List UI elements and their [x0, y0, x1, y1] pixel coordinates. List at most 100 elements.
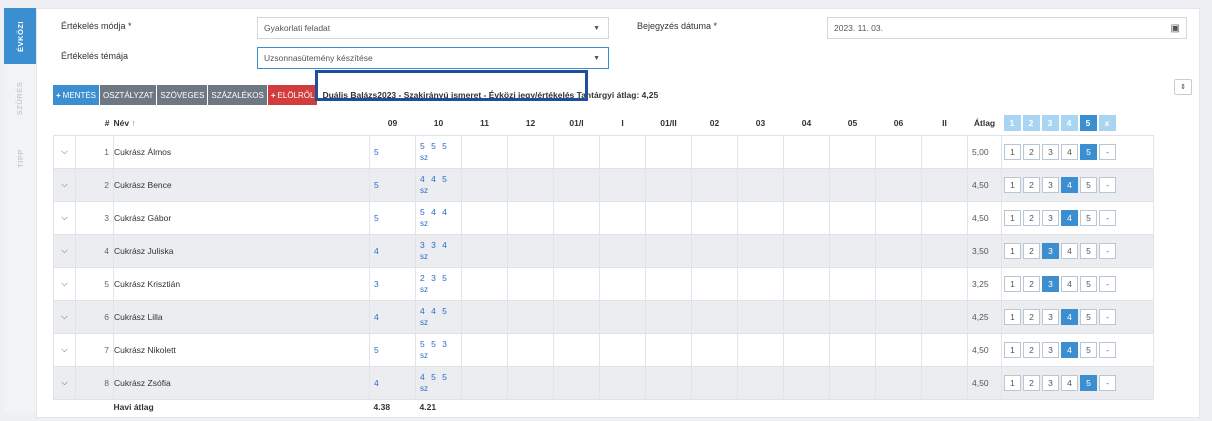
grade-cell-empty[interactable] [645, 200, 692, 235]
save-button[interactable]: + MENTÉS [53, 85, 101, 105]
grade-option[interactable]: 5 [1080, 242, 1097, 259]
grade-cell-empty[interactable] [645, 365, 692, 400]
grade-cell-empty[interactable] [599, 365, 646, 400]
grade-cell-09[interactable]: 5 [369, 332, 416, 367]
grade-cell-empty[interactable] [599, 200, 646, 235]
grade-cell-empty[interactable] [553, 233, 600, 268]
grade-cell-empty[interactable] [599, 233, 646, 268]
grade-cell-10[interactable]: 4 5 5 sz [415, 365, 462, 400]
bulk-grade-option[interactable]: 1 [1003, 114, 1021, 131]
grade-cell-empty[interactable] [599, 266, 646, 301]
grade-cell-empty[interactable] [507, 134, 554, 169]
grade-option[interactable]: 3 [1042, 308, 1059, 325]
grade-option[interactable]: 4 [1061, 374, 1078, 391]
tab-szures[interactable]: SZŰRÉS [4, 72, 36, 124]
grade-option[interactable]: 3 [1042, 176, 1059, 193]
grade-cell-empty[interactable] [921, 365, 968, 400]
grade-cell-empty[interactable] [783, 200, 830, 235]
grade-cell-empty[interactable] [875, 200, 922, 235]
grade-cell-empty[interactable] [645, 332, 692, 367]
grade-cell-empty[interactable] [829, 299, 876, 334]
grade-cell-empty[interactable] [461, 365, 508, 400]
grade-cell-09[interactable]: 5 [369, 134, 416, 169]
chevron-down-icon[interactable]: ⌵ [53, 365, 76, 400]
tab-tipp[interactable]: TIPP [4, 132, 36, 184]
grade-cell-09[interactable]: 5 [369, 200, 416, 235]
grade-cell-09[interactable]: 4 [369, 233, 416, 268]
grade-option[interactable]: - [1099, 209, 1116, 226]
grade-cell-empty[interactable] [691, 266, 738, 301]
grade-cell-empty[interactable] [921, 167, 968, 202]
grade-cell-empty[interactable] [875, 167, 922, 202]
grade-option[interactable]: 1 [1004, 341, 1021, 358]
grade-option[interactable]: 1 [1004, 176, 1021, 193]
grade-option[interactable]: 3 [1042, 374, 1059, 391]
grade-cell-empty[interactable] [691, 167, 738, 202]
grade-cell-empty[interactable] [737, 266, 784, 301]
grade-cell-empty[interactable] [829, 134, 876, 169]
grade-cell-09[interactable]: 4 [369, 299, 416, 334]
grade-cell-empty[interactable] [645, 299, 692, 334]
grade-cell-empty[interactable] [553, 365, 600, 400]
grade-cell-empty[interactable] [691, 200, 738, 235]
col-name[interactable]: Név ↑ [114, 111, 370, 135]
grade-cell-empty[interactable] [461, 266, 508, 301]
grade-option[interactable]: 1 [1004, 275, 1021, 292]
grade-option[interactable]: 2 [1023, 275, 1040, 292]
grade-option[interactable]: 2 [1023, 374, 1040, 391]
grade-cell-empty[interactable] [691, 134, 738, 169]
grade-option[interactable]: 4 [1061, 308, 1078, 325]
grade-option[interactable]: 5 [1080, 275, 1097, 292]
bulk-grade-option[interactable]: 3 [1041, 114, 1059, 131]
grade-cell-empty[interactable] [829, 266, 876, 301]
chevron-down-icon[interactable]: ⌵ [53, 233, 76, 268]
grade-cell-empty[interactable] [737, 134, 784, 169]
grade-option[interactable]: - [1099, 308, 1116, 325]
grade-cell-empty[interactable] [599, 167, 646, 202]
grade-cell-empty[interactable] [875, 134, 922, 169]
grade-option[interactable]: - [1099, 143, 1116, 160]
grade-cell-10[interactable]: 2 3 5 sz [415, 266, 462, 301]
grade-option[interactable]: 4 [1061, 176, 1078, 193]
chevron-down-icon[interactable]: ⌵ [53, 200, 76, 235]
grade-cell-empty[interactable] [507, 332, 554, 367]
grade-option[interactable]: 5 [1080, 308, 1097, 325]
grade-option[interactable]: 2 [1023, 242, 1040, 259]
topic-select[interactable]: Uzsonnasütemény készítése ▼ [257, 47, 609, 69]
chevron-down-icon[interactable]: ⌵ [53, 332, 76, 367]
grade-cell-10[interactable]: 4 4 5 sz [415, 167, 462, 202]
grade-option[interactable]: 3 [1042, 209, 1059, 226]
chevron-down-icon[interactable]: ⌵ [53, 299, 76, 334]
grade-cell-empty[interactable] [645, 266, 692, 301]
method-select[interactable]: Gyakorlati feladat ▼ [257, 17, 609, 39]
grade-option[interactable]: 1 [1004, 308, 1021, 325]
grade-cell-empty[interactable] [921, 299, 968, 334]
grade-cell-empty[interactable] [829, 233, 876, 268]
tab-evkozi[interactable]: ÉVKÖZI [4, 8, 36, 64]
grade-option[interactable]: 1 [1004, 374, 1021, 391]
grade-cell-empty[interactable] [691, 332, 738, 367]
grade-cell-empty[interactable] [507, 167, 554, 202]
grade-cell-empty[interactable] [829, 167, 876, 202]
chevron-down-icon[interactable]: ⌵ [53, 266, 76, 301]
grade-cell-empty[interactable] [553, 299, 600, 334]
grade-cell-10[interactable]: 5 4 4 sz [415, 200, 462, 235]
grade-option[interactable]: 2 [1023, 176, 1040, 193]
grade-cell-empty[interactable] [553, 266, 600, 301]
grade-option[interactable]: 3 [1042, 242, 1059, 259]
grade-cell-empty[interactable] [737, 233, 784, 268]
calendar-icon[interactable]: ▣ [1171, 23, 1180, 34]
grade-option[interactable]: 5 [1080, 341, 1097, 358]
grade-cell-empty[interactable] [783, 233, 830, 268]
grade-option[interactable]: 3 [1042, 275, 1059, 292]
grade-option[interactable]: - [1099, 242, 1116, 259]
grade-cell-empty[interactable] [875, 332, 922, 367]
grade-option[interactable]: 2 [1023, 341, 1040, 358]
grade-cell-empty[interactable] [691, 365, 738, 400]
grade-option[interactable]: - [1099, 341, 1116, 358]
grade-cell-empty[interactable] [691, 233, 738, 268]
grade-cell-empty[interactable] [875, 233, 922, 268]
grade-cell-empty[interactable] [691, 299, 738, 334]
grade-cell-empty[interactable] [875, 365, 922, 400]
restart-button[interactable]: + ELÖLRŐL [267, 85, 319, 105]
